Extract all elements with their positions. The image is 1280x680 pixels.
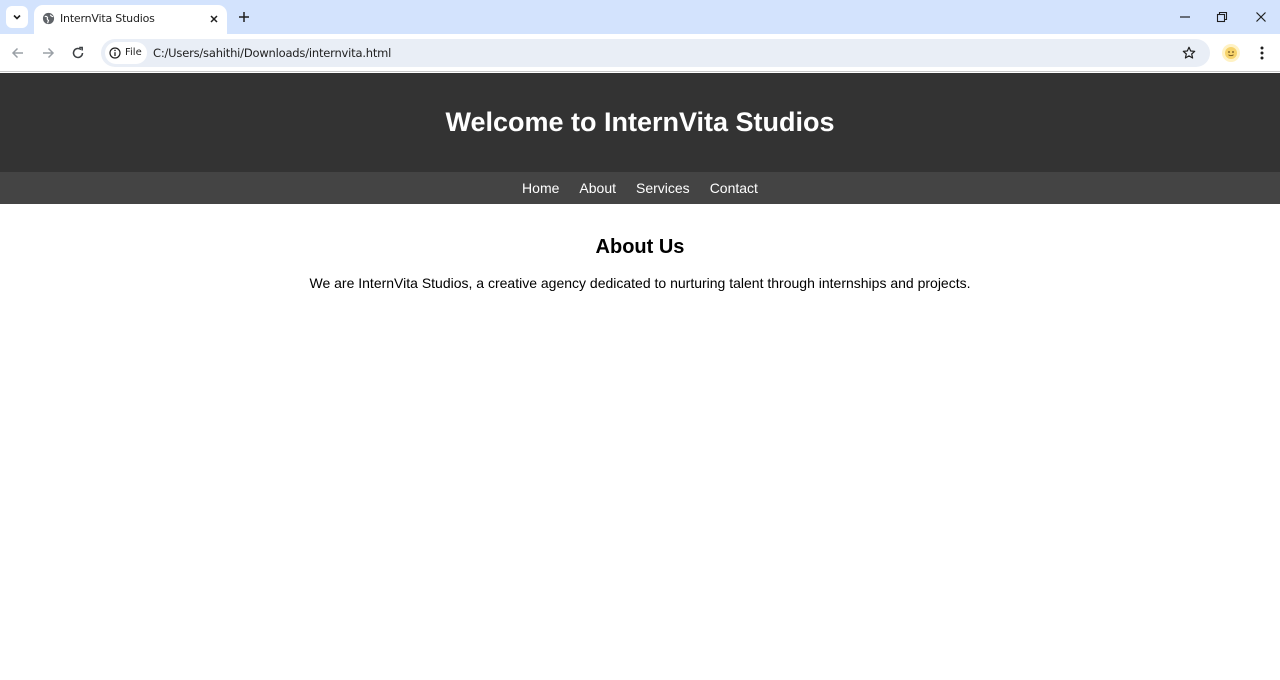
address-bar[interactable]: File C:/Users/sahithi/Downloads/internvi… xyxy=(101,39,1210,67)
url-text[interactable]: C:/Users/sahithi/Downloads/internvita.ht… xyxy=(153,46,391,60)
nav-link-contact[interactable]: Contact xyxy=(710,180,758,196)
bookmark-button[interactable] xyxy=(1180,44,1198,62)
globe-icon xyxy=(42,12,55,25)
browser-menu-button[interactable] xyxy=(1252,43,1272,63)
reload-icon xyxy=(72,46,84,59)
nav-link-services[interactable]: Services xyxy=(636,180,690,196)
about-section: About Us We are InternVita Studios, a cr… xyxy=(0,236,1280,291)
site-title: Welcome to InternVita Studios xyxy=(445,107,835,137)
nav-link-home[interactable]: Home xyxy=(522,180,559,196)
window-close-icon xyxy=(1256,12,1266,22)
tab-search-button[interactable] xyxy=(6,6,28,28)
tab-title: InternVita Studios xyxy=(60,12,155,25)
reload-button[interactable] xyxy=(67,42,89,64)
back-button[interactable] xyxy=(7,42,29,64)
info-icon xyxy=(109,47,121,59)
minimize-button[interactable] xyxy=(1173,6,1197,28)
about-text: We are InternVita Studios, a creative ag… xyxy=(309,275,971,291)
chevron-down-icon xyxy=(13,14,21,20)
new-tab-button[interactable] xyxy=(235,8,253,26)
close-icon xyxy=(209,14,218,23)
minimize-icon xyxy=(1180,16,1190,18)
site-info-chip[interactable]: File xyxy=(105,42,147,64)
tab-close-button[interactable] xyxy=(206,11,221,26)
tab-strip: InternVita Studios xyxy=(0,0,1280,34)
profile-button[interactable] xyxy=(1222,44,1240,62)
site-header: Welcome to InternVita Studios xyxy=(0,73,1280,172)
site-chip-label: File xyxy=(125,47,142,58)
profile-icon xyxy=(1225,47,1237,59)
site-nav: Home About Services Contact xyxy=(0,172,1280,204)
restore-icon xyxy=(1216,11,1228,23)
about-heading: About Us xyxy=(595,236,685,258)
active-tab[interactable]: InternVita Studios xyxy=(34,5,227,34)
back-icon xyxy=(11,47,23,59)
forward-icon xyxy=(43,47,55,59)
nav-link-about[interactable]: About xyxy=(579,180,616,196)
window-close-button[interactable] xyxy=(1249,6,1273,28)
star-icon xyxy=(1182,46,1196,59)
restore-button[interactable] xyxy=(1210,6,1234,28)
browser-toolbar: File C:/Users/sahithi/Downloads/internvi… xyxy=(0,34,1280,72)
menu-icon xyxy=(1260,46,1264,60)
plus-icon xyxy=(239,12,249,22)
forward-button[interactable] xyxy=(37,42,59,64)
